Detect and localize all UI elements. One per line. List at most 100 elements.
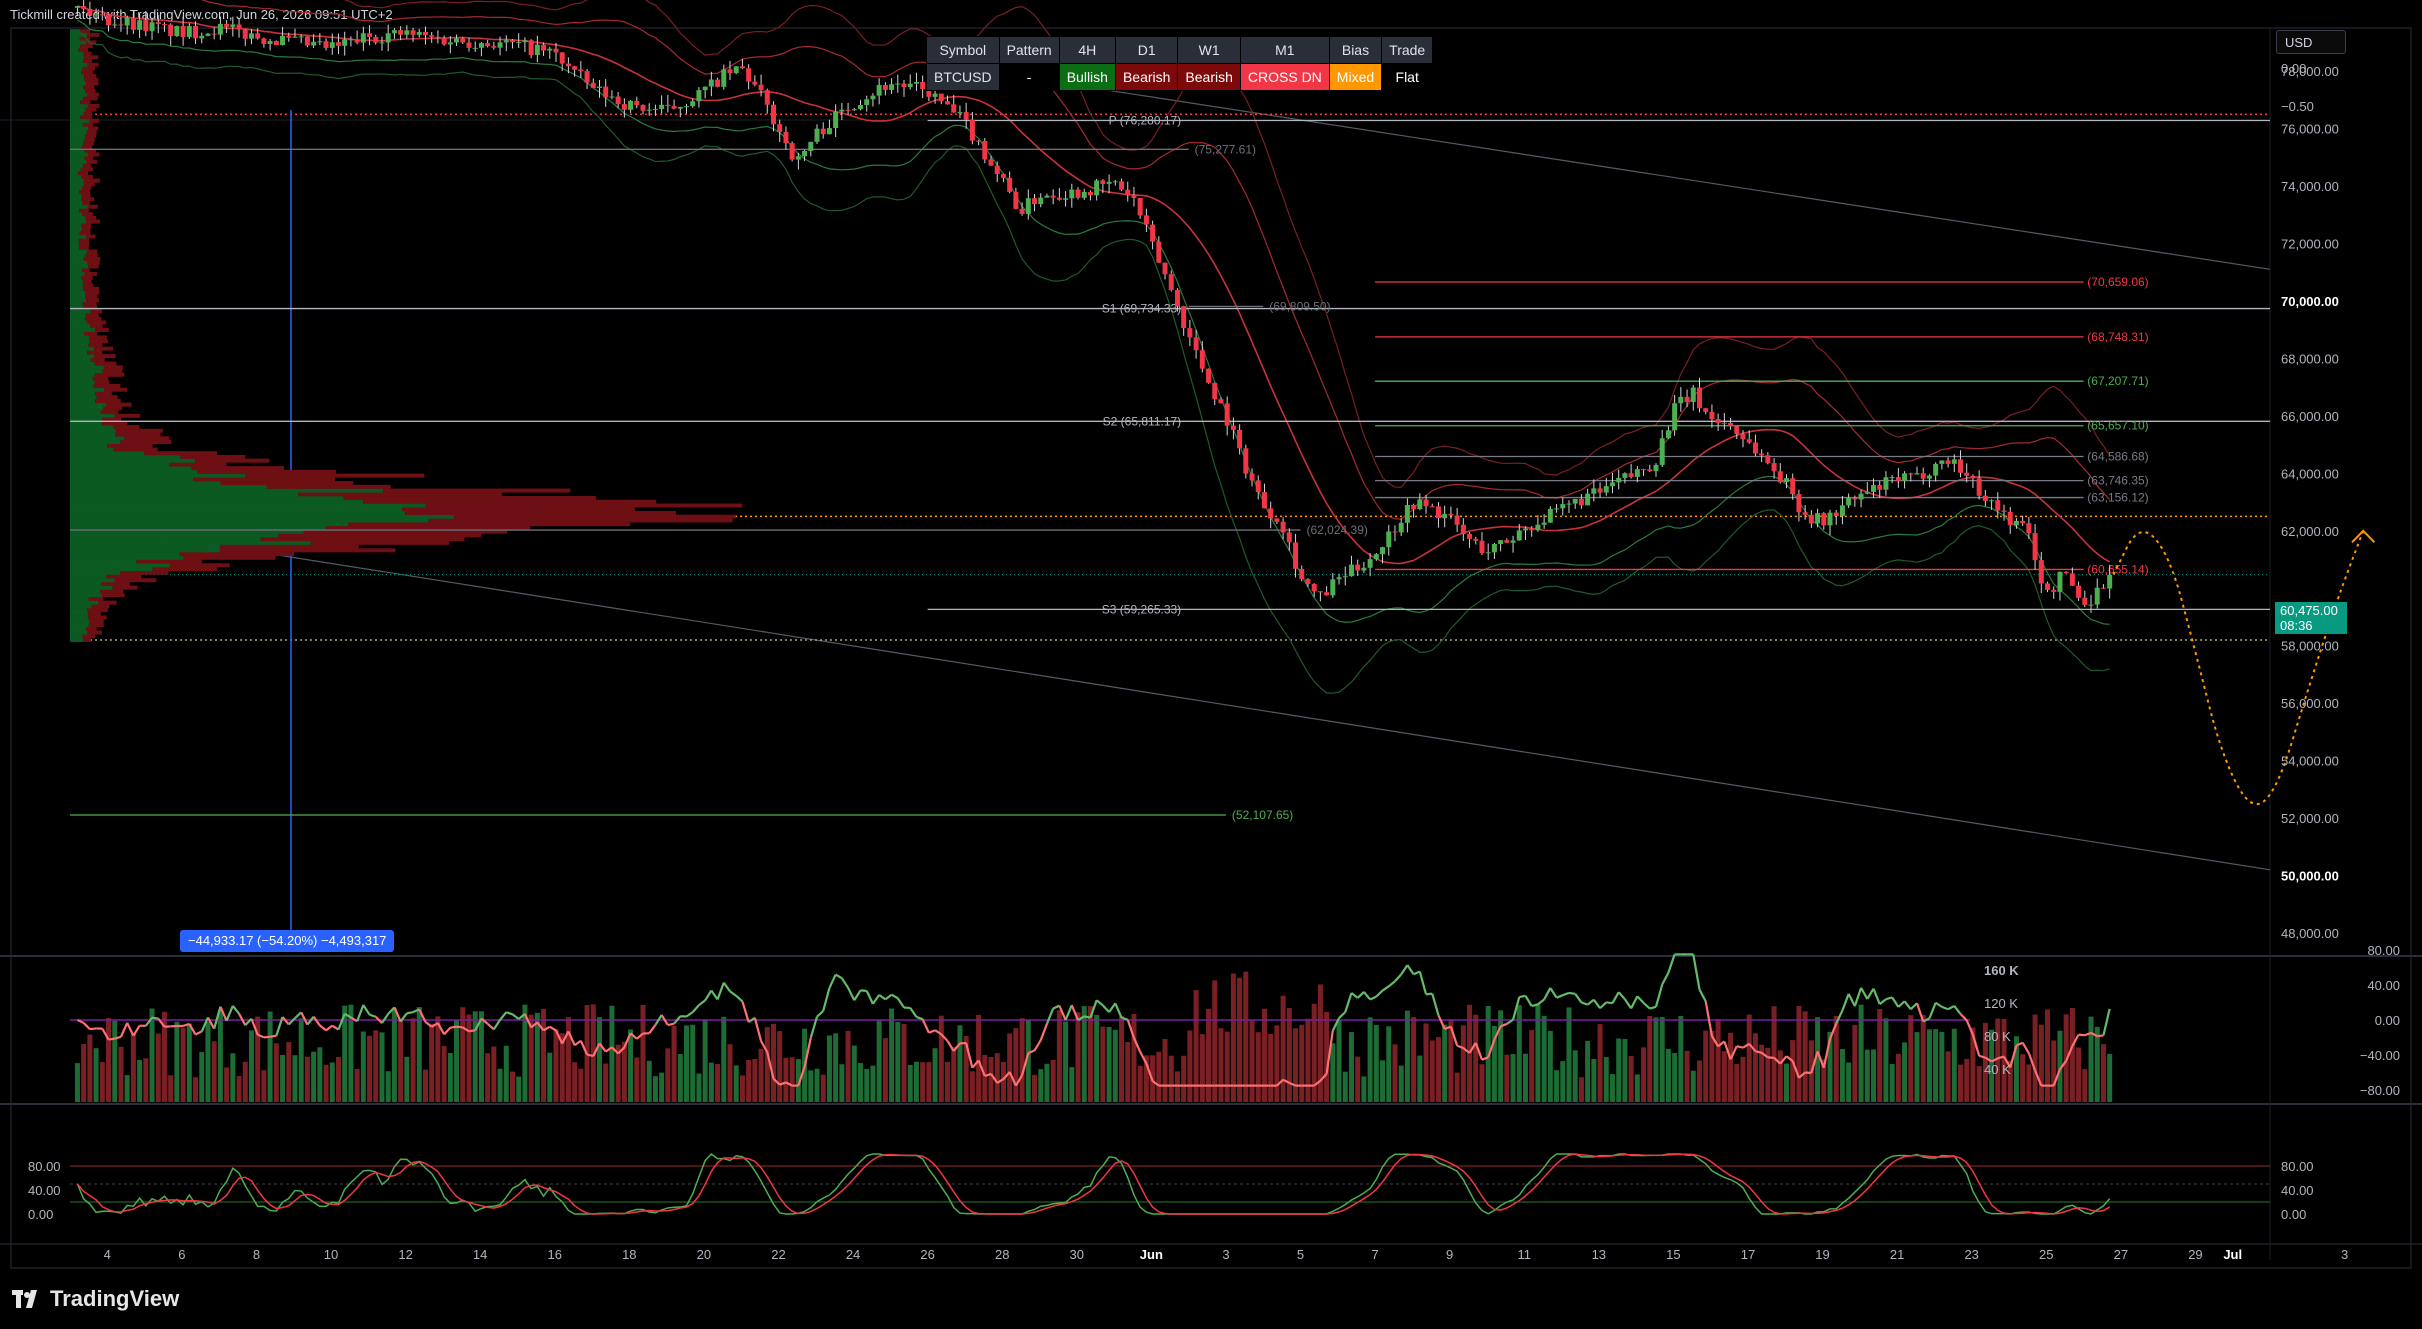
volume-bar [1435, 1037, 1441, 1102]
profile-bar-down [102, 593, 125, 598]
oscillator-segment [108, 1037, 115, 1041]
candle-down [286, 35, 292, 38]
candle-up [858, 105, 864, 110]
profile-bar-up [70, 425, 114, 430]
candle-down [621, 104, 627, 110]
oscillator-segment [1872, 988, 1881, 1005]
oscillator-segment [1879, 998, 1887, 1005]
volume-bar [1933, 1029, 1939, 1102]
profile-bar-up [70, 77, 85, 82]
candle-down [1920, 473, 1926, 479]
volume-bar [1945, 1051, 1951, 1102]
volume-bar [528, 1014, 534, 1102]
profile-bar-up [70, 313, 87, 318]
oscillator-segment [1941, 1005, 1949, 1011]
volume-bar [1641, 1047, 1647, 1102]
price-axis-tick: −0.50 [2281, 99, 2314, 114]
profile-bar-up [70, 559, 137, 564]
profile-bar-up [70, 283, 83, 288]
profile-bar-down [179, 552, 295, 557]
oscillator-segment [928, 1029, 936, 1034]
volume-bar [951, 1046, 957, 1102]
volume-bar [1131, 1014, 1137, 1102]
profile-bar-up [70, 402, 106, 407]
candle-up [1547, 508, 1553, 523]
oscillator-segment [946, 1040, 955, 1052]
candle-down [106, 14, 112, 26]
profile-bar-up [70, 144, 82, 149]
profile-bar-up [70, 499, 364, 504]
currency-button[interactable]: USD [2276, 30, 2346, 54]
volume-bar [578, 1068, 584, 1102]
profile-bar-down [83, 331, 98, 336]
candle-down [938, 93, 944, 102]
status-header-3: D1 [1114, 36, 1179, 64]
candle-up [1603, 486, 1609, 493]
oscillator-segment [1935, 1001, 1943, 1008]
profile-bar-up [70, 600, 99, 605]
volume-bar [671, 1025, 677, 1102]
time-axis-tick: 18 [622, 1247, 636, 1262]
candle-down [994, 165, 1000, 175]
volume-bar [1535, 1004, 1541, 1102]
profile-bar-down [94, 372, 125, 377]
profile-bar-up [70, 563, 170, 568]
volume-bar [2020, 1054, 2026, 1102]
profile-bar-up [70, 256, 84, 261]
oscillator-segment [1606, 1001, 1613, 1005]
profile-bar-down [103, 406, 122, 411]
candle-up [298, 36, 304, 38]
time-axis-tick: 17 [1741, 1247, 1755, 1262]
chart-canvas[interactable]: P (76,280.17) (75,277.61) S1 (69,734.33) (6… [0, 0, 2422, 1329]
profile-bar-up [70, 51, 84, 56]
oscillator-segment [126, 1022, 135, 1037]
volume-bar [1050, 1060, 1056, 1102]
profile-bar-up [70, 514, 455, 519]
time-axis-tick: 29 [2188, 1247, 2202, 1262]
volume-bar [1218, 1028, 1224, 1102]
level-label: (70,659.06) [2087, 275, 2148, 289]
profile-bar-up [70, 271, 85, 276]
candle-up [1522, 528, 1528, 531]
volume-bar [379, 1032, 385, 1102]
profile-bar-down [80, 167, 93, 172]
tradingview-logo[interactable]: TradingView [12, 1286, 179, 1312]
volume-bar [497, 1068, 503, 1102]
candle-down [1703, 408, 1709, 412]
profile-bar-up [70, 383, 93, 388]
time-axis-tick: 3 [1222, 1247, 1229, 1262]
candle-up [628, 100, 634, 110]
profile-bar-up [70, 615, 89, 620]
profile-bar-up [70, 496, 344, 501]
profile-bar-up [70, 47, 79, 52]
profile-bar-down [83, 163, 91, 168]
profile-bar-down [80, 44, 93, 49]
profile-bar-down [348, 522, 631, 527]
profile-bar-up [70, 70, 82, 75]
volume-bar [845, 1030, 851, 1102]
oscillator-segment [1692, 954, 1701, 990]
profile-bar-up [70, 122, 83, 127]
volume-bar [1373, 1024, 1379, 1102]
status-table: Symbol Pattern 4H D1 W1 M1 Bias Trade BTCUSD - Bu… [926, 36, 1434, 91]
candle-down [603, 86, 609, 98]
oscillator-segment [1039, 1023, 1048, 1041]
oscillator-segment [835, 973, 843, 980]
profile-bar-up [70, 290, 86, 295]
candle-down [485, 43, 491, 47]
candle-down [1908, 473, 1914, 475]
profile-bar-down [78, 171, 89, 176]
profile-bar-up [70, 454, 181, 459]
candle-down [1206, 368, 1212, 383]
status-cell-1: - [998, 63, 1060, 91]
profile-bar-up [70, 510, 406, 515]
volume-bar [1156, 1051, 1162, 1102]
profile-bar-down [86, 130, 97, 135]
oscillator-segment [119, 1022, 129, 1038]
stoch-axis-tick-left: 80.00 [28, 1159, 61, 1174]
oscillator-segment [573, 1039, 582, 1047]
candle-down [1982, 495, 1988, 501]
profile-bar-down [94, 361, 117, 366]
candle-up [447, 42, 453, 45]
profile-bar-up [70, 570, 121, 575]
